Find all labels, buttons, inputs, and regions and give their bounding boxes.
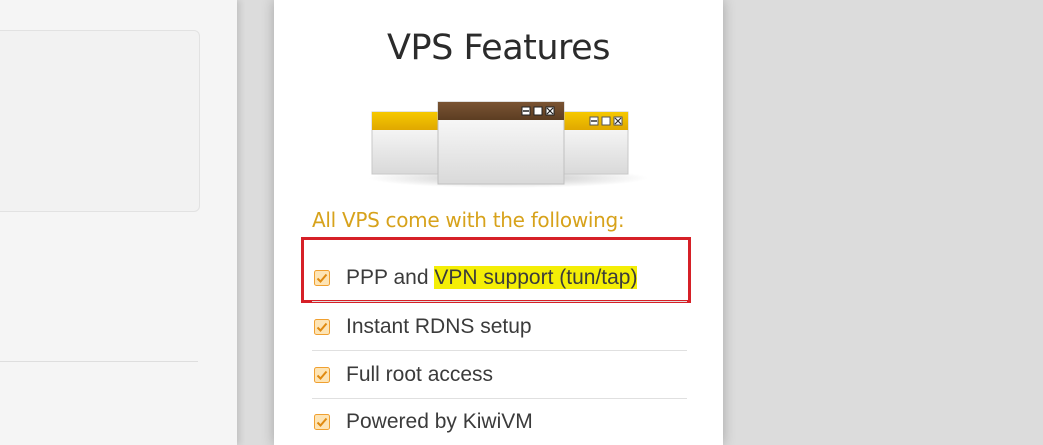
feature-label: Full root access [346,362,494,386]
feature-item-root: Full root access [312,351,687,399]
feature-label: Instant RDNS setup [346,314,532,338]
feature-item-kiwivm: Powered by KiwiVM [312,398,687,445]
window-center [437,101,565,185]
windows-illustration [368,101,648,188]
features-subtitle: All VPS come with the following: [312,208,625,232]
checkbox-checked-icon [314,413,330,430]
feature-label-prefix: PPP and [346,265,435,289]
card-title: VPS Features [387,28,610,68]
checkbox-checked-icon [314,269,330,286]
feature-label: PPP and VPN support (tun/tap) [346,265,638,290]
checkbox-checked-icon [314,366,330,383]
left-content-box [0,30,200,212]
feature-item-rdns: Instant RDNS setup [312,303,687,351]
vps-features-card: VPS Features All VPS come with the follo… [274,0,723,445]
checkbox-checked-icon [314,318,330,335]
highlighted-text: VPN support (tun/tap) [434,265,638,289]
feature-label: Powered by KiwiVM [346,409,533,433]
feature-item-vpn: PPP and VPN support (tun/tap) [312,254,687,302]
left-divider [0,361,198,362]
left-panel [0,0,237,445]
